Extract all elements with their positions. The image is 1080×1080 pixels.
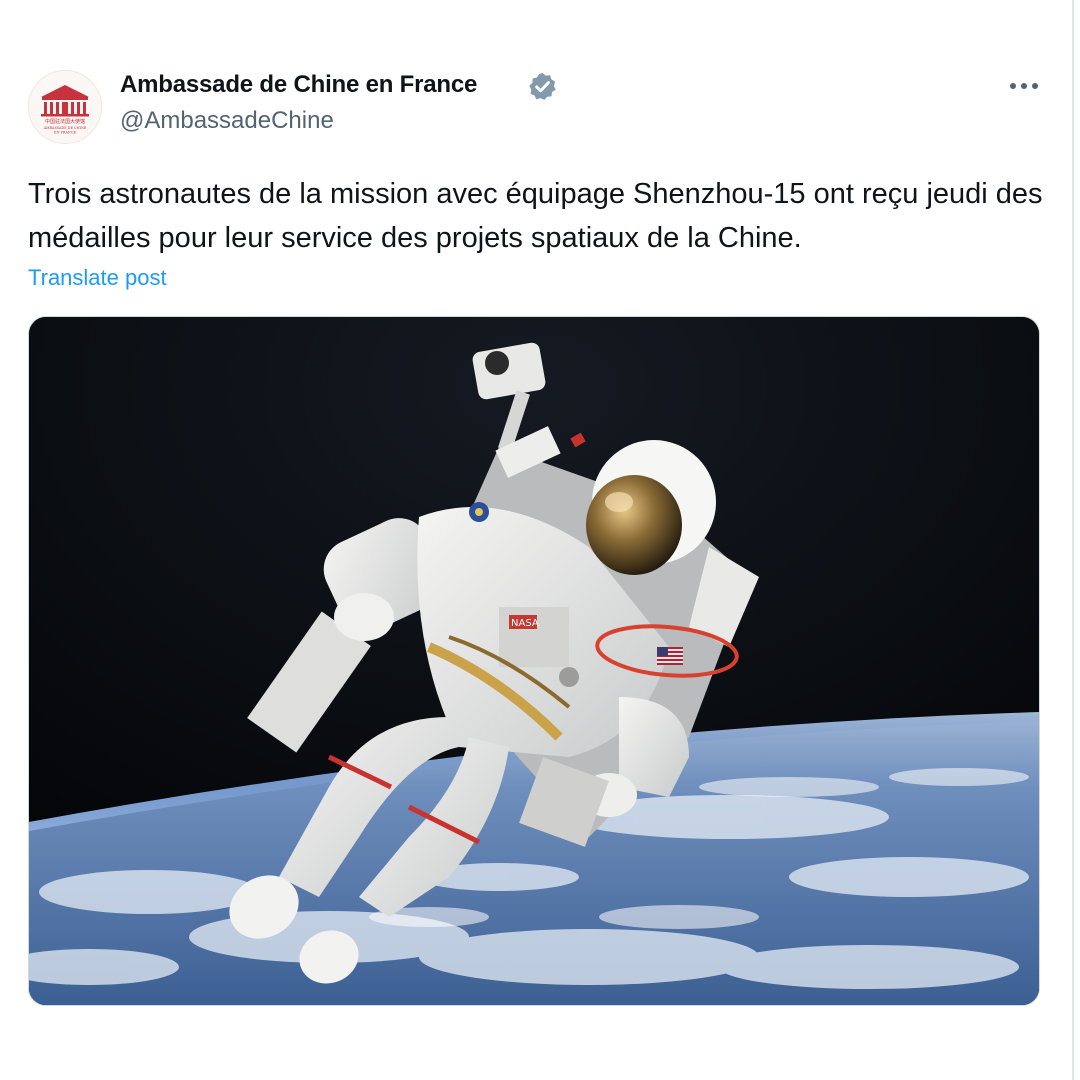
avatar[interactable]: 中国驻法国大使馆 AMBASSADE DE CHINE EN FRANCE	[28, 70, 102, 144]
author-display-name[interactable]: Ambassade de Chine en France	[120, 68, 477, 102]
verified-badge-icon[interactable]	[527, 71, 558, 102]
logo-caption-fr2: EN FRANCE	[54, 131, 76, 135]
author-handle[interactable]: @AmbassadeChine	[120, 104, 334, 138]
tweet-text: Trois astronautes de la mission avec équ…	[28, 178, 1043, 254]
more-horizontal-icon[interactable]	[1004, 72, 1044, 100]
tweet-media-image[interactable]: NASA	[28, 316, 1040, 1006]
translate-post-link[interactable]: Translate post	[28, 263, 167, 293]
astronaut-photo: NASA	[29, 317, 1039, 1005]
card-right-border	[1072, 0, 1074, 1080]
logo-caption-fr1: AMBASSADE DE CHINE	[43, 126, 87, 130]
suit-badge-text: NASA	[511, 618, 539, 629]
logo-caption-cn: 中国驻法国大使馆	[45, 118, 85, 125]
embassy-logo-icon: 中国驻法国大使馆 AMBASSADE DE CHINE EN FRANCE	[41, 85, 89, 135]
